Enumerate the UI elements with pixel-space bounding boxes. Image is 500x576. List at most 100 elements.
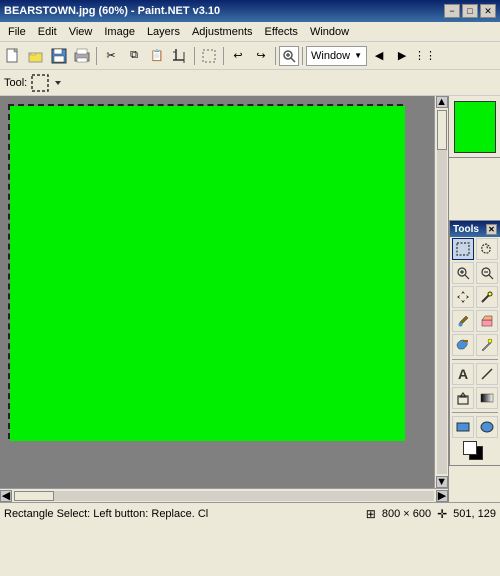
ellipse-shape-tool[interactable]	[476, 416, 498, 438]
separator-1	[96, 47, 97, 65]
tool-row-5	[450, 333, 500, 357]
arrow-left-button[interactable]: ◀	[368, 45, 390, 67]
paste-button[interactable]: 📋	[146, 45, 168, 67]
color-swatch-area	[450, 439, 500, 465]
scrollbar-down-btn[interactable]: ▼	[436, 476, 448, 488]
menu-image[interactable]: Image	[98, 24, 141, 40]
arrow-right-button[interactable]: ▶	[391, 45, 413, 67]
tools-separator-1	[452, 359, 498, 360]
crop-button[interactable]	[169, 45, 191, 67]
vertical-scrollbar[interactable]: ▲ ▼	[434, 96, 448, 488]
right-panel: Tools ✕	[448, 96, 500, 502]
paintbrush-tool[interactable]	[452, 310, 474, 332]
gradient-tool[interactable]	[476, 387, 498, 409]
menu-edit[interactable]: Edit	[32, 24, 63, 40]
scrollbar-vtrack[interactable]	[437, 110, 447, 474]
deselect-button[interactable]	[198, 45, 220, 67]
tools-close-icon[interactable]: ✕	[486, 224, 497, 235]
grip-icon: ⋮⋮	[414, 45, 436, 67]
tool-label: Tool:	[4, 77, 27, 89]
main-area: ◀ ▶ ▲ ▼ Tools ✕	[0, 96, 500, 524]
line-tool[interactable]	[476, 363, 498, 385]
save-button[interactable]	[48, 45, 70, 67]
menu-bar: File Edit View Image Layers Adjustments …	[0, 22, 500, 42]
cut-button[interactable]: ✂	[100, 45, 122, 67]
scrollbar-track[interactable]	[14, 491, 434, 501]
maximize-button[interactable]: □	[462, 4, 478, 18]
menu-effects[interactable]: Effects	[259, 24, 304, 40]
scrollbar-right-btn[interactable]: ▶	[436, 490, 448, 502]
horizontal-scrollbar[interactable]: ◀ ▶	[0, 488, 448, 502]
tool-row-2	[450, 261, 500, 285]
title-buttons: − □ ✕	[444, 4, 496, 18]
color-picker-tool[interactable]	[476, 334, 498, 356]
text-icon: A	[458, 366, 468, 382]
cursor-coords: 501, 129	[453, 508, 496, 520]
menu-window[interactable]: Window	[304, 24, 355, 40]
tool-row-6: A	[450, 362, 500, 386]
scrollbar-up-btn[interactable]: ▲	[436, 96, 448, 108]
scrollbar-vthumb[interactable]	[437, 110, 447, 150]
tool-dropdown-icon[interactable]	[51, 76, 65, 90]
open-button[interactable]	[25, 45, 47, 67]
toolbar: ✂ ⧉ 📋 ↩ ↪ Window ▼ ◀ ▶ ⋮⋮	[0, 42, 500, 70]
zoom-control[interactable]	[279, 46, 299, 66]
tool-row-1	[450, 237, 500, 261]
separator-5	[302, 47, 303, 65]
tool-options-bar: Tool:	[0, 70, 500, 96]
zoom-out-tool[interactable]	[476, 262, 498, 284]
undo-button[interactable]: ↩	[227, 45, 249, 67]
color-swatches[interactable]	[463, 441, 487, 463]
menu-file[interactable]: File	[2, 24, 32, 40]
move-tool[interactable]	[452, 286, 474, 308]
zoom-in-tool[interactable]	[452, 262, 474, 284]
copy-button[interactable]: ⧉	[123, 45, 145, 67]
canvas-container	[8, 104, 403, 439]
tools-title-label: Tools	[453, 224, 479, 235]
print-button[interactable]	[71, 45, 93, 67]
rect-select-tool[interactable]	[452, 238, 474, 260]
fg-color-swatch[interactable]	[463, 441, 477, 455]
rect-shape-tool[interactable]	[452, 416, 474, 438]
tools-separator-2	[452, 412, 498, 413]
tool-row-8	[450, 415, 500, 439]
scrollbar-left-btn[interactable]: ◀	[0, 490, 12, 502]
redo-button[interactable]: ↪	[250, 45, 272, 67]
menu-adjustments[interactable]: Adjustments	[186, 24, 259, 40]
status-bar: Rectangle Select: Left button: Replace. …	[0, 502, 500, 524]
status-text: Rectangle Select: Left button: Replace. …	[4, 508, 208, 520]
image-canvas[interactable]	[10, 106, 405, 441]
window-title: BEARSTOWN.jpg (60%) - Paint.NET v3.10	[4, 5, 220, 17]
shapes-tool[interactable]	[452, 387, 474, 409]
thumbnail-panel	[449, 96, 500, 158]
text-tool[interactable]: A	[452, 363, 474, 385]
eraser-tool[interactable]	[476, 310, 498, 332]
tool-row-7	[450, 386, 500, 410]
new-button[interactable]	[2, 45, 24, 67]
status-left: Rectangle Select: Left button: Replace. …	[4, 508, 366, 520]
separator-2	[194, 47, 195, 65]
status-right: ⊞ 800 × 600 ✛ 501, 129	[366, 507, 496, 521]
close-button[interactable]: ✕	[480, 4, 496, 18]
menu-layers[interactable]: Layers	[141, 24, 186, 40]
menu-view[interactable]: View	[63, 24, 99, 40]
minimize-button[interactable]: −	[444, 4, 460, 18]
size-icon: ⊞	[366, 507, 376, 521]
title-bar: BEARSTOWN.jpg (60%) - Paint.NET v3.10 − …	[0, 0, 500, 22]
chevron-down-icon: ▼	[354, 51, 362, 60]
separator-3	[223, 47, 224, 65]
magic-wand-tool[interactable]	[476, 286, 498, 308]
lasso-tool[interactable]	[476, 238, 498, 260]
window-dropdown-label: Window	[311, 50, 350, 62]
tool-row-3	[450, 285, 500, 309]
tools-panel: Tools ✕	[449, 220, 500, 466]
fill-tool[interactable]	[452, 334, 474, 356]
scrollbar-thumb[interactable]	[14, 491, 54, 501]
window-dropdown[interactable]: Window ▼	[306, 46, 367, 66]
separator-4	[275, 47, 276, 65]
coord-icon: ✛	[437, 507, 447, 521]
canvas-area[interactable]	[0, 96, 448, 488]
tools-panel-title: Tools ✕	[450, 221, 500, 237]
rectangle-select-icon	[31, 74, 49, 92]
tool-icon-area	[31, 74, 65, 92]
